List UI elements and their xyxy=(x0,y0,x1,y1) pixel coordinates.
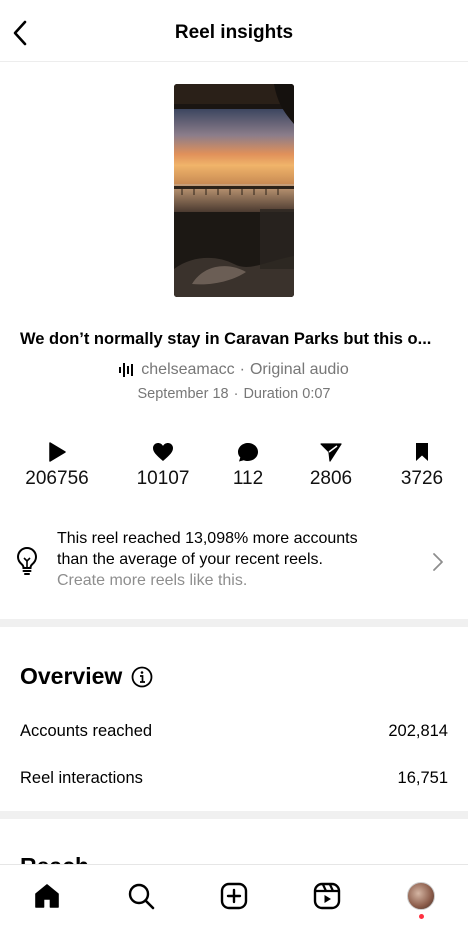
stat-likes: 10107 xyxy=(123,442,203,490)
page-title: Reel insights xyxy=(174,22,294,43)
reels-icon xyxy=(313,882,341,910)
overview-title: Overview xyxy=(20,663,123,689)
stat-saves-value: 3726 xyxy=(400,468,444,489)
reel-caption: We don’t normally stay in Caravan Parks … xyxy=(20,330,432,348)
lightbulb-icon xyxy=(16,546,38,581)
tab-home[interactable] xyxy=(30,879,64,913)
create-icon xyxy=(220,882,248,910)
reel-interactions-value: 16,751 xyxy=(397,769,448,787)
heart-icon xyxy=(153,443,173,461)
header: Reel insights xyxy=(0,0,468,62)
search-icon xyxy=(128,883,155,910)
stats-row: 206756 10107 112 2806 3726 xyxy=(0,442,468,492)
accounts-reached-value: 202,814 xyxy=(388,722,448,740)
audio-waveform-icon xyxy=(119,363,135,377)
reel-thumbnail[interactable] xyxy=(174,84,294,297)
audio-label: Original audio xyxy=(249,361,349,378)
play-icon xyxy=(49,442,66,462)
meta-separator: · xyxy=(233,386,239,402)
tip-line-3: Create more reels like this. xyxy=(57,572,248,589)
audio-row[interactable]: chelseamacc · Original audio xyxy=(0,361,468,379)
bottom-tab-bar xyxy=(0,864,468,935)
stat-shares: 2806 xyxy=(291,442,371,490)
bookmark-icon xyxy=(416,443,428,461)
stat-plays-value: 206756 xyxy=(25,468,89,489)
audio-separator: · xyxy=(239,361,245,378)
tab-profile[interactable] xyxy=(404,879,438,913)
tip-line-2: than the average of your recent reels. xyxy=(57,551,323,568)
accounts-reached-label: Accounts reached xyxy=(20,722,153,740)
tab-create[interactable] xyxy=(217,879,251,913)
stat-saves: 3726 xyxy=(382,442,462,490)
tip-line-1: This reel reached 13,098% more accounts xyxy=(57,530,358,547)
profile-avatar xyxy=(407,882,435,910)
tab-search[interactable] xyxy=(124,879,158,913)
performance-tip[interactable]: This reel reached 13,098% more accounts … xyxy=(0,530,468,592)
meta-row: September 18 · Duration 0:07 xyxy=(0,386,468,402)
tab-reels[interactable] xyxy=(310,879,344,913)
reel-interactions-label: Reel interactions xyxy=(20,769,143,787)
home-icon xyxy=(35,884,59,908)
accounts-reached-row: Accounts reached 202,814 xyxy=(20,722,448,741)
post-date: September 18 xyxy=(137,386,229,402)
share-icon xyxy=(320,443,342,462)
overview-heading: Overview xyxy=(20,663,153,690)
section-divider xyxy=(0,811,468,819)
duration: Duration 0:07 xyxy=(243,386,331,402)
notification-dot xyxy=(419,914,424,919)
chevron-right-icon xyxy=(432,552,444,577)
stat-likes-value: 10107 xyxy=(136,468,190,489)
audio-username: chelseamacc xyxy=(141,361,235,378)
section-divider xyxy=(0,619,468,627)
reel-interactions-row: Reel interactions 16,751 xyxy=(20,769,448,788)
stat-comments: 112 xyxy=(208,442,288,490)
stat-shares-value: 2806 xyxy=(309,468,353,489)
stat-plays: 206756 xyxy=(17,442,97,490)
comment-icon xyxy=(238,443,258,462)
stat-comments-value: 112 xyxy=(232,468,264,489)
info-icon[interactable] xyxy=(131,666,153,688)
